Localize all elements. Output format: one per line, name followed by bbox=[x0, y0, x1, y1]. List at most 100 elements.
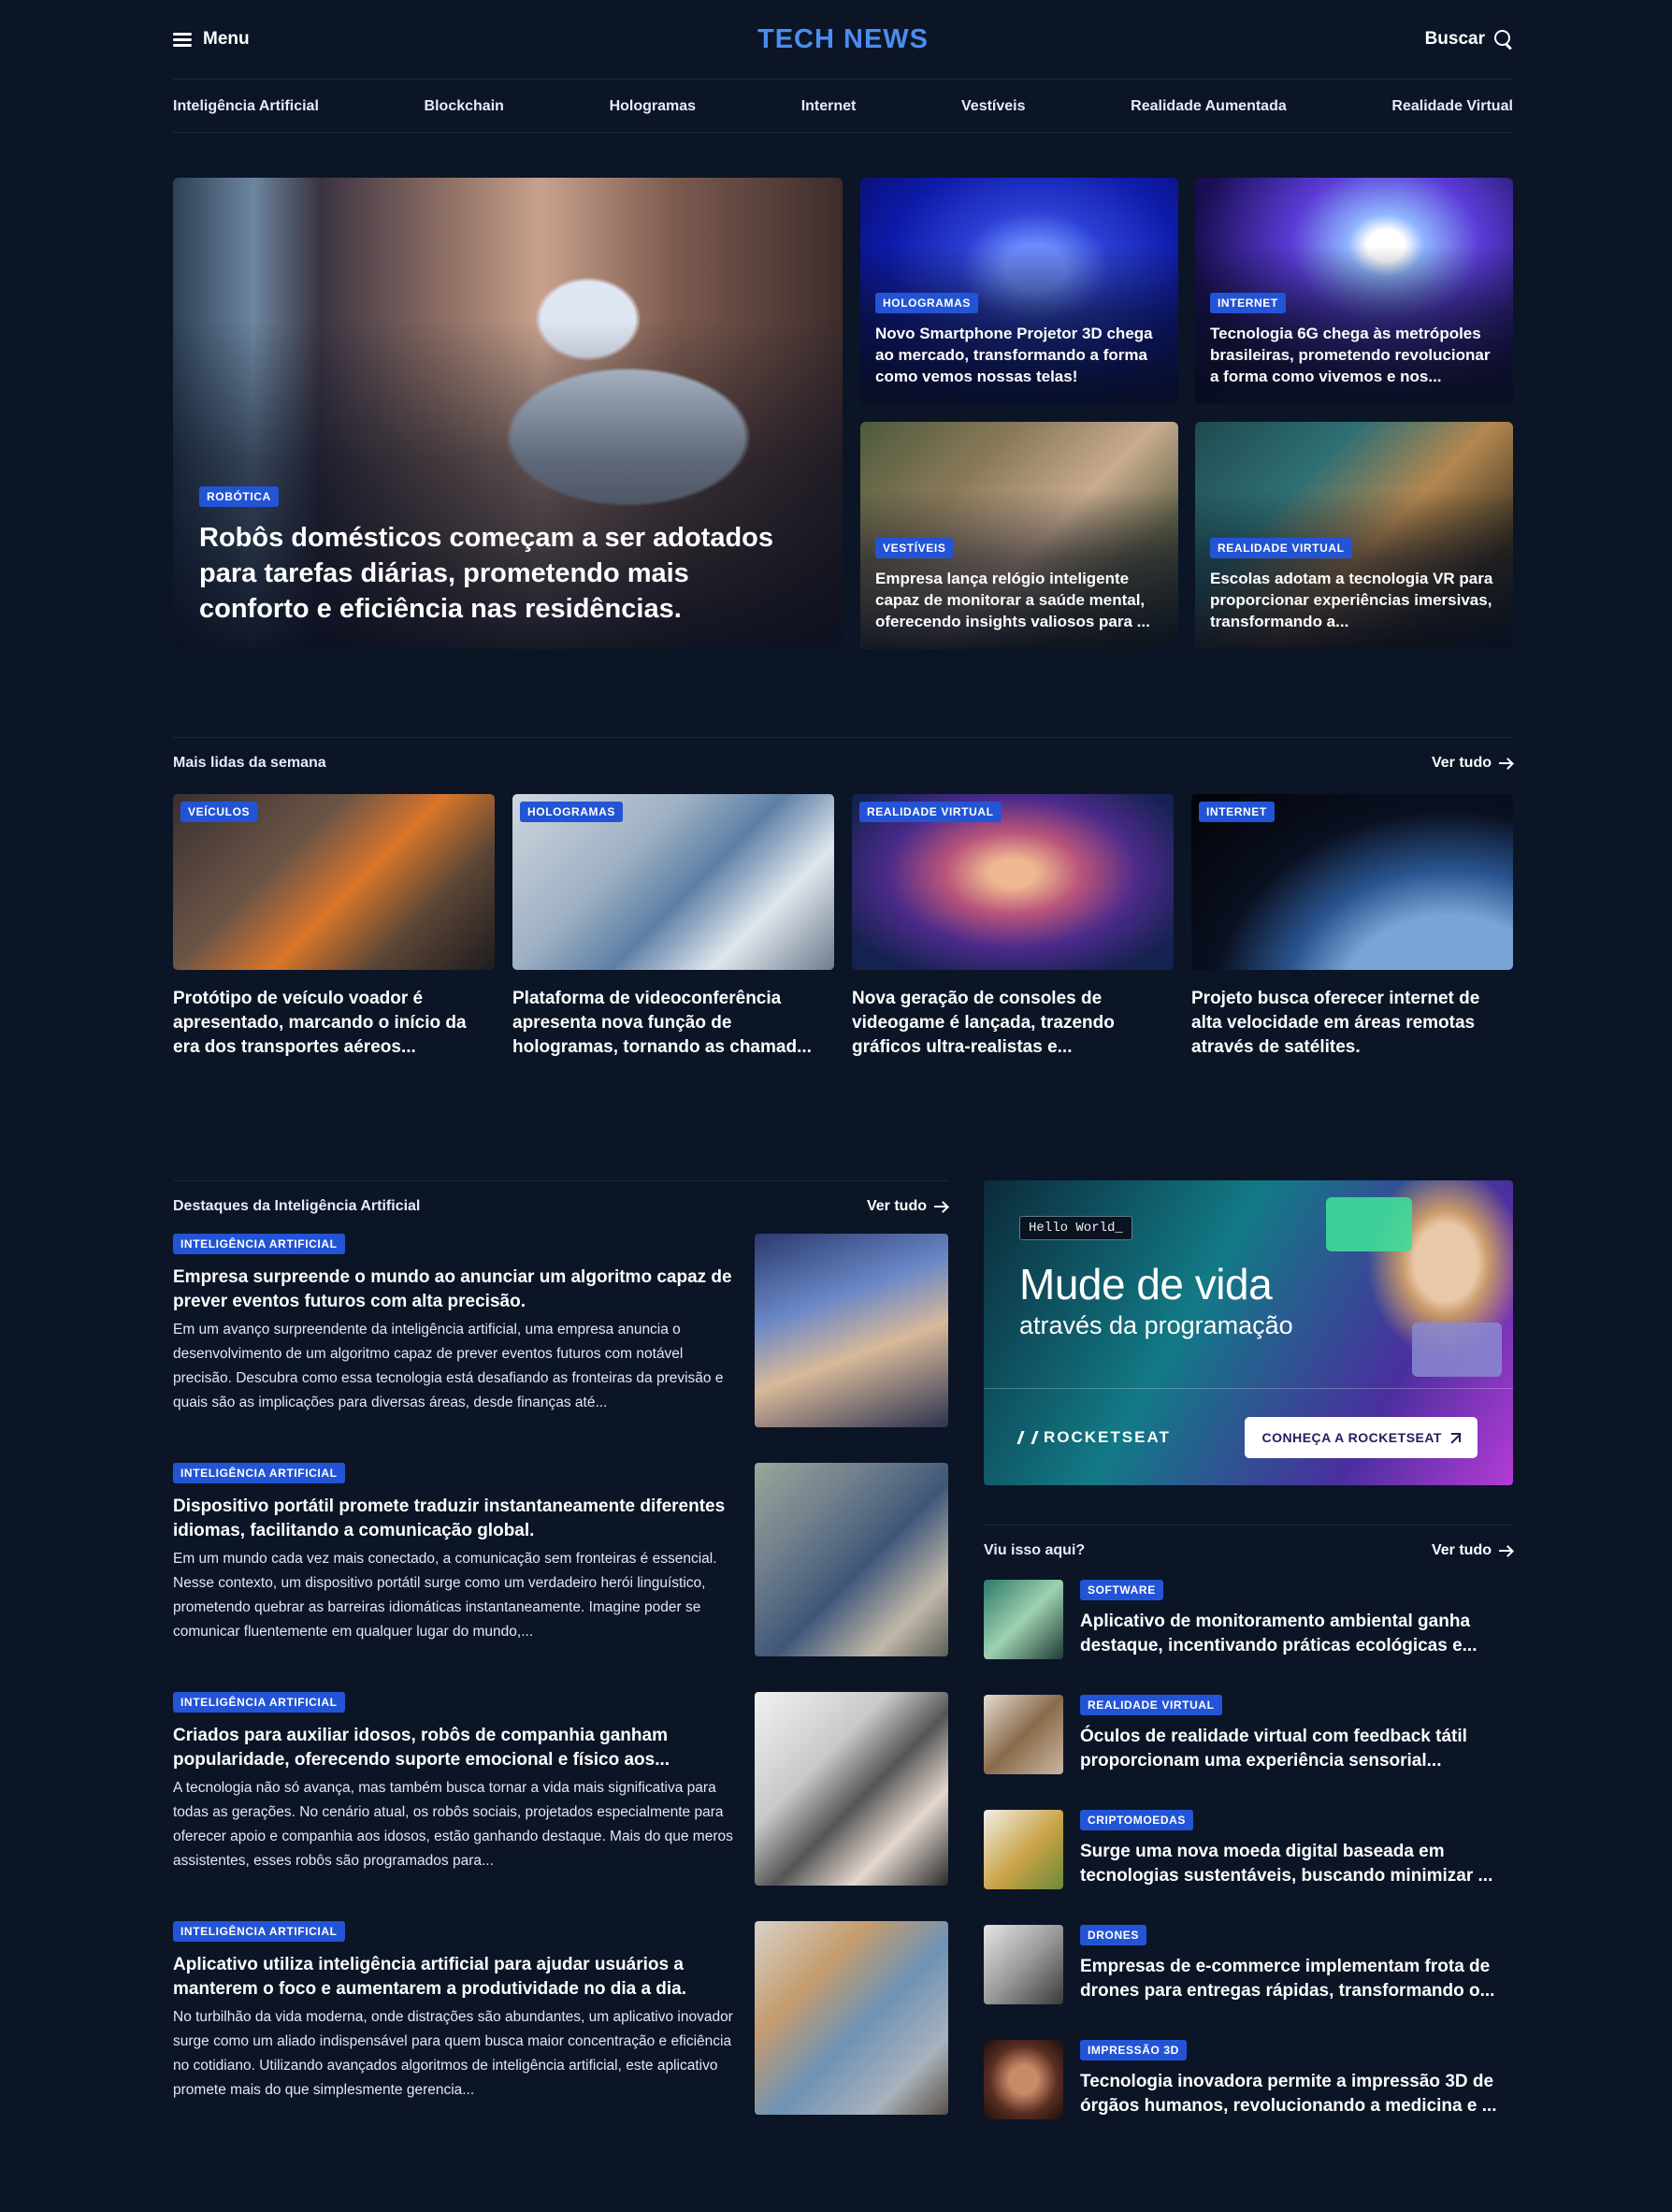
article-thumbnail[interactable] bbox=[984, 1810, 1063, 1889]
article-thumbnail[interactable] bbox=[984, 1925, 1063, 2004]
hero-side-card[interactable]: Vestíveis Empresa lança relógio intelige… bbox=[860, 422, 1178, 649]
category-badge[interactable]: Inteligência Artificial bbox=[173, 1692, 345, 1713]
category-badge[interactable]: Internet bbox=[1199, 802, 1275, 823]
category-badge[interactable]: Inteligência Artificial bbox=[173, 1234, 345, 1255]
rocketseat-ad-banner[interactable]: Hello World_ Mude de vida através da pro… bbox=[984, 1180, 1513, 1485]
category-badge[interactable]: Inteligência Artificial bbox=[173, 1921, 345, 1943]
hero-side-card[interactable]: Realidade Virtual Escolas adotam a tecno… bbox=[1195, 422, 1513, 649]
ad-hello-world-tag: Hello World_ bbox=[1019, 1216, 1132, 1240]
nav-item-hologramas[interactable]: Hologramas bbox=[610, 98, 696, 115]
article-title[interactable]: Óculos de realidade virtual com feedback… bbox=[1080, 1725, 1513, 1773]
article-thumbnail[interactable] bbox=[984, 1580, 1063, 1659]
section-header: Viu isso aqui? Ver tudo bbox=[984, 1525, 1513, 1559]
nav-item-realidade-virtual[interactable]: Realidade Virtual bbox=[1391, 98, 1513, 115]
hero-side-title[interactable]: Tecnologia 6G chega às metrópoles brasil… bbox=[1210, 323, 1498, 387]
category-badge[interactable]: Hologramas bbox=[520, 802, 623, 823]
article-title[interactable]: Protótipo de veículo voador é apresentad… bbox=[173, 987, 495, 1060]
article-title[interactable]: Empresa surpreende o mundo ao anunciar u… bbox=[173, 1265, 734, 1314]
article-title[interactable]: Empresas de e-commerce implementam frota… bbox=[1080, 1955, 1513, 2003]
category-badge[interactable]: Realidade Virtual bbox=[1080, 1695, 1222, 1716]
arrow-right-icon bbox=[934, 1202, 948, 1211]
see-all-label: Ver tudo bbox=[866, 1198, 927, 1214]
article-title[interactable]: Tecnologia inovadora permite a impressão… bbox=[1080, 2070, 1513, 2118]
article-image[interactable] bbox=[755, 1692, 948, 1886]
nav-item-internet[interactable]: Internet bbox=[801, 98, 857, 115]
article-title[interactable]: Plataforma de videoconferência apresenta… bbox=[512, 987, 834, 1060]
ad-subheadline: através da programação bbox=[1019, 1311, 1293, 1339]
most-read-section: Mais lidas da semana Ver tudo Veículos P… bbox=[173, 737, 1513, 1060]
category-badge[interactable]: Realidade Virtual bbox=[1210, 537, 1352, 558]
ad-headline: Mude de vida bbox=[1019, 1260, 1273, 1308]
nav-item-realidade-aumentada[interactable]: Realidade Aumentada bbox=[1131, 98, 1287, 115]
article-card[interactable]: Internet Projeto busca oferecer internet… bbox=[1191, 794, 1513, 1060]
search-button[interactable]: Buscar bbox=[1425, 29, 1513, 50]
category-badge[interactable]: Software bbox=[1080, 1580, 1163, 1601]
article-title[interactable]: Projeto busca oferecer internet de alta … bbox=[1191, 987, 1513, 1060]
menu-button[interactable]: Menu bbox=[173, 29, 250, 50]
hero-main-title[interactable]: Robôs domésticos começam a ser adotados … bbox=[199, 520, 786, 627]
nav-item-vestiveis[interactable]: Vestíveis bbox=[961, 98, 1026, 115]
article-title[interactable]: Surge uma nova moeda digital baseada em … bbox=[1080, 1840, 1513, 1888]
nav-item-blockchain[interactable]: Blockchain bbox=[425, 98, 504, 115]
article-excerpt: Em um avanço surpreendente da inteligênc… bbox=[173, 1322, 724, 1411]
ad-cta-button[interactable]: CONHEÇA A ROCKETSEAT bbox=[1245, 1416, 1477, 1458]
arrow-up-right-icon bbox=[1451, 1432, 1461, 1442]
see-all-link[interactable]: Ver tudo bbox=[1432, 755, 1513, 772]
article-thumbnail[interactable] bbox=[984, 2040, 1063, 2119]
section-header: Mais lidas da semana Ver tudo bbox=[173, 737, 1513, 772]
article-image[interactable] bbox=[755, 1921, 948, 2115]
section-title: Destaques da Inteligência Artificial bbox=[173, 1198, 421, 1214]
article-title[interactable]: Aplicativo de monitoramento ambiental ga… bbox=[1080, 1610, 1513, 1658]
category-badge[interactable]: Drones bbox=[1080, 1925, 1146, 1946]
nav-item-ia[interactable]: Inteligência Artificial bbox=[173, 98, 319, 115]
category-badge[interactable]: Inteligência Artificial bbox=[173, 1463, 345, 1484]
article-row[interactable]: Inteligência Artificial Criados para aux… bbox=[173, 1692, 948, 1921]
article-image[interactable]: Internet bbox=[1191, 794, 1513, 970]
article-row[interactable]: Inteligência Artificial Dispositivo port… bbox=[173, 1463, 948, 1692]
hero-side-card[interactable]: Hologramas Novo Smartphone Projetor 3D c… bbox=[860, 178, 1178, 404]
article-image[interactable]: Hologramas bbox=[512, 794, 834, 970]
article-title[interactable]: Aplicativo utiliza inteligência artifici… bbox=[173, 1953, 734, 2002]
article-row[interactable]: Impressão 3D Tecnologia inovadora permit… bbox=[984, 2040, 1513, 2155]
article-card[interactable]: Realidade Virtual Nova geração de consol… bbox=[852, 794, 1174, 1060]
hero-side-title[interactable]: Escolas adotam a tecnologia VR para prop… bbox=[1210, 568, 1498, 632]
category-badge[interactable]: Robótica bbox=[199, 485, 279, 507]
hero-side-title[interactable]: Novo Smartphone Projetor 3D chega ao mer… bbox=[875, 323, 1163, 387]
see-all-link[interactable]: Ver tudo bbox=[867, 1198, 948, 1215]
section-header: Destaques da Inteligência Artificial Ver… bbox=[173, 1180, 948, 1215]
article-thumbnail[interactable] bbox=[984, 1695, 1063, 1774]
rocketseat-mark-icon bbox=[1016, 1430, 1039, 1444]
category-badge[interactable]: Hologramas bbox=[875, 292, 978, 313]
article-title[interactable]: Nova geração de consoles de videogame é … bbox=[852, 987, 1174, 1060]
search-icon bbox=[1494, 30, 1513, 49]
article-row[interactable]: Software Aplicativo de monitoramento amb… bbox=[984, 1580, 1513, 1695]
article-card[interactable]: Hologramas Plataforma de videoconferênci… bbox=[512, 794, 834, 1060]
category-badge[interactable]: Internet bbox=[1210, 292, 1286, 313]
article-image[interactable] bbox=[755, 1463, 948, 1656]
category-badge[interactable]: Realidade Virtual bbox=[859, 802, 1002, 823]
rocketseat-logo: ROCKETSEAT bbox=[1016, 1428, 1171, 1447]
article-row[interactable]: Drones Empresas de e-commerce implementa… bbox=[984, 1925, 1513, 2040]
article-image[interactable]: Realidade Virtual bbox=[852, 794, 1174, 970]
sidebar: Hello World_ Mude de vida através da pro… bbox=[984, 1180, 1513, 2155]
article-row[interactable]: Inteligência Artificial Aplicativo utili… bbox=[173, 1921, 948, 2150]
article-row[interactable]: Inteligência Artificial Empresa surpreen… bbox=[173, 1234, 948, 1463]
article-title[interactable]: Dispositivo portátil promete traduzir in… bbox=[173, 1495, 734, 1543]
article-card[interactable]: Veículos Protótipo de veículo voador é a… bbox=[173, 794, 495, 1060]
article-row[interactable]: Realidade Virtual Óculos de realidade vi… bbox=[984, 1695, 1513, 1810]
article-row[interactable]: Criptomoedas Surge uma nova moeda digita… bbox=[984, 1810, 1513, 1925]
category-badge[interactable]: Impressão 3D bbox=[1080, 2040, 1187, 2061]
search-label: Buscar bbox=[1424, 29, 1485, 49]
site-logo[interactable]: TECH NEWS bbox=[757, 24, 929, 55]
hero-main-card[interactable]: Robótica Robôs domésticos começam a ser … bbox=[173, 178, 843, 649]
hero-side-title[interactable]: Empresa lança relógio inteligente capaz … bbox=[875, 568, 1163, 632]
category-badge[interactable]: Veículos bbox=[180, 802, 258, 823]
see-all-link[interactable]: Ver tudo bbox=[1432, 1542, 1513, 1559]
article-title[interactable]: Criados para auxiliar idosos, robôs de c… bbox=[173, 1724, 734, 1772]
article-image[interactable] bbox=[755, 1234, 948, 1427]
category-badge[interactable]: Vestíveis bbox=[875, 537, 954, 558]
section-title: Mais lidas da semana bbox=[173, 755, 326, 771]
category-badge[interactable]: Criptomoedas bbox=[1080, 1810, 1193, 1831]
article-image[interactable]: Veículos bbox=[173, 794, 495, 970]
hero-side-card[interactable]: Internet Tecnologia 6G chega às metrópol… bbox=[1195, 178, 1513, 404]
